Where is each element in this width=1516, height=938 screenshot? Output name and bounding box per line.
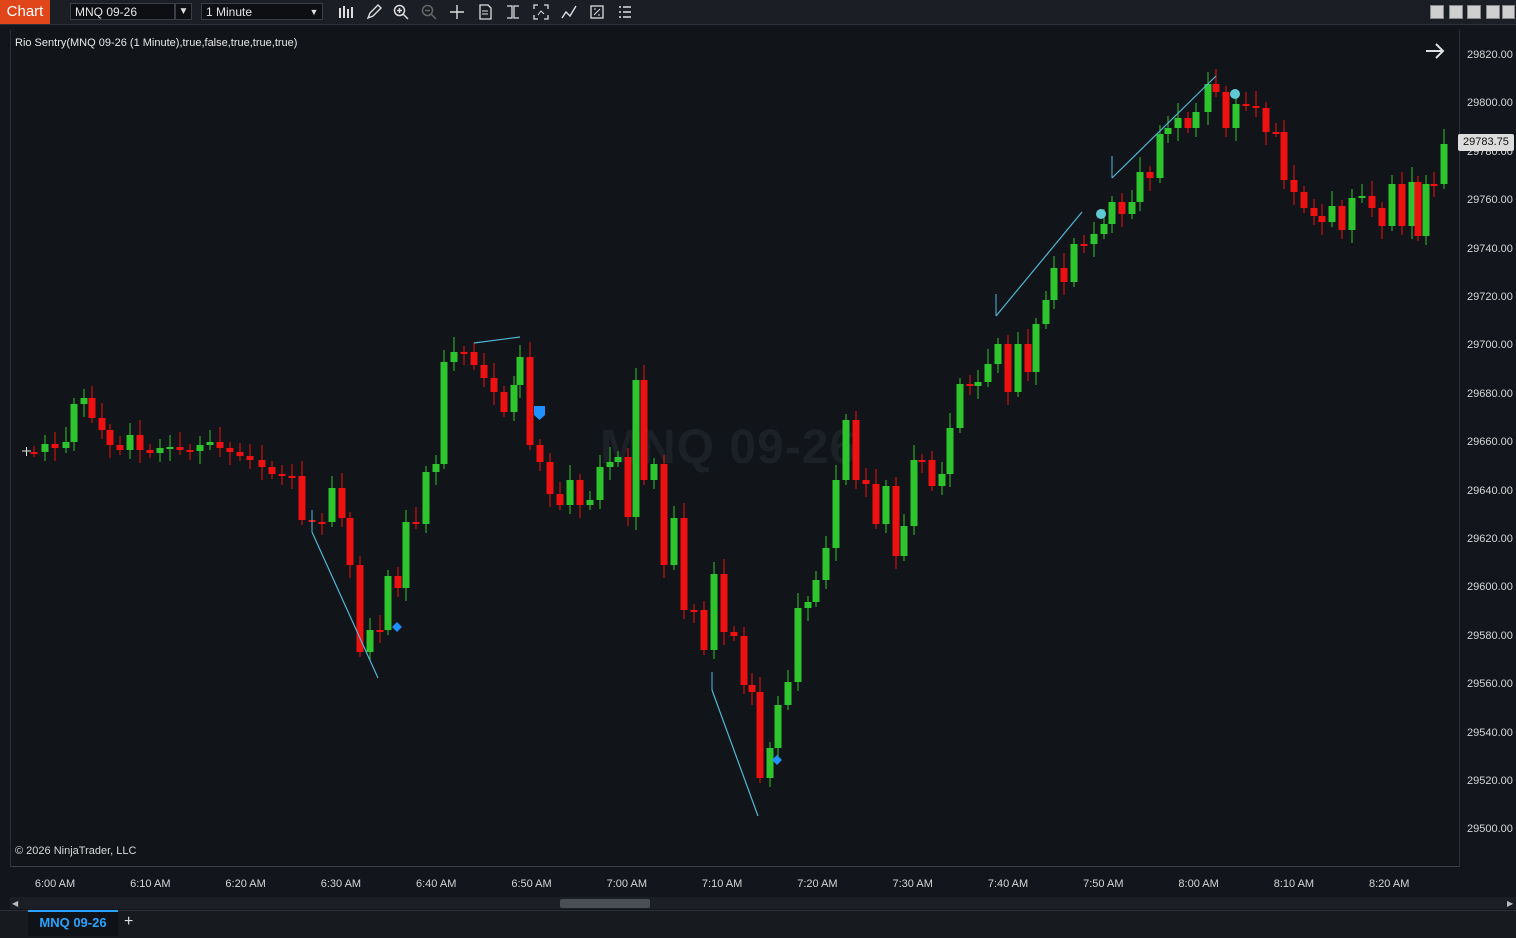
tab-mnq-09-26[interactable]: MNQ 09-26 [28,910,118,936]
price-label: 29640.00 [1467,484,1513,497]
instrument-selector[interactable]: MNQ 09-26 [70,3,175,20]
scroll-left-icon[interactable]: ◀ [12,899,18,908]
price-label: 29660.00 [1467,436,1513,449]
time-label: 7:40 AM [987,878,1029,890]
price-label: 29560.00 [1467,678,1513,691]
time-label: 7:00 AM [606,878,647,890]
time-label: 6:00 AM [34,878,76,890]
chart-window-label[interactable]: Chart [0,0,50,24]
price-label: 29800.00 [1467,97,1513,110]
price-label: 29720.00 [1467,291,1513,303]
strategies-icon[interactable] [531,3,551,21]
crosshair-icon[interactable] [447,3,467,21]
last-price-marker: 29783.75 [1458,134,1514,151]
scroll-right-icon[interactable]: ▶ [1507,899,1513,908]
indicator-label[interactable]: Rio Sentry(MNQ 09-26 (1 Minute),true,fal… [15,37,297,49]
price-label: 29580.00 [1467,629,1513,642]
time-label: 6:20 AM [225,878,266,890]
time-label: 8:00 AM [1178,878,1219,890]
scroll-to-latest-icon[interactable] [1424,40,1446,62]
price-label: 29520.00 [1467,775,1513,787]
instrument-watermark: MNQ 09-26 [600,421,858,474]
menu-icon[interactable] [615,3,635,21]
time-label: 6:50 AM [511,878,552,890]
data-box-icon[interactable] [503,3,523,21]
price-label: 29500.00 [1467,823,1513,836]
price-label: 29700.00 [1467,339,1513,352]
instrument-dropdown-button[interactable]: ▼ [175,3,192,20]
price-label: 29680.00 [1467,387,1513,400]
window-close-button[interactable] [1502,5,1515,19]
time-label: 8:10 AM [1273,878,1315,890]
add-tab-button[interactable]: + [124,913,133,931]
price-label: 29820.00 [1467,49,1513,61]
indicators-icon[interactable] [559,3,579,21]
time-label: 7:30 AM [892,878,933,890]
price-label: 29740.00 [1467,242,1513,255]
template-icon[interactable] [475,3,495,21]
interval-selector[interactable]: 1 Minute [201,3,323,20]
copyright-text: © 2026 NinjaTrader, LLC [15,845,137,857]
time-label: 7:50 AM [1083,878,1124,890]
interval-dropdown-icon[interactable]: ▼ [306,3,322,21]
time-label: 8:20 AM [1369,878,1410,890]
zoom-in-icon[interactable] [391,3,411,21]
chart-toolbar: Chart MNQ 09-26 ▼ 1 Minute ▼ [0,0,1516,25]
bottom-tab-bar [0,910,1516,938]
window-maximize-button[interactable] [1467,5,1481,19]
bar-type-icon[interactable] [336,3,356,21]
price-label: 29540.00 [1467,726,1513,739]
chart-scrollbar[interactable] [10,897,1516,909]
time-label: 6:30 AM [320,878,362,890]
price-label: 29620.00 [1467,533,1513,545]
zoom-out-icon[interactable] [419,3,439,21]
window-restore-button[interactable] [1486,5,1500,19]
time-label: 7:20 AM [797,878,838,890]
properties-icon[interactable] [587,3,607,21]
window-tile-button[interactable] [1430,5,1444,19]
time-label: 6:40 AM [416,878,457,890]
time-label: 7:10 AM [701,878,743,890]
window-minimize-button[interactable] [1449,5,1463,19]
draw-pencil-icon[interactable] [364,3,384,21]
price-label: 29760.00 [1467,194,1513,207]
scrollbar-thumb[interactable] [560,899,650,908]
time-label: 6:10 AM [130,878,171,890]
price-label: 29600.00 [1467,581,1513,594]
